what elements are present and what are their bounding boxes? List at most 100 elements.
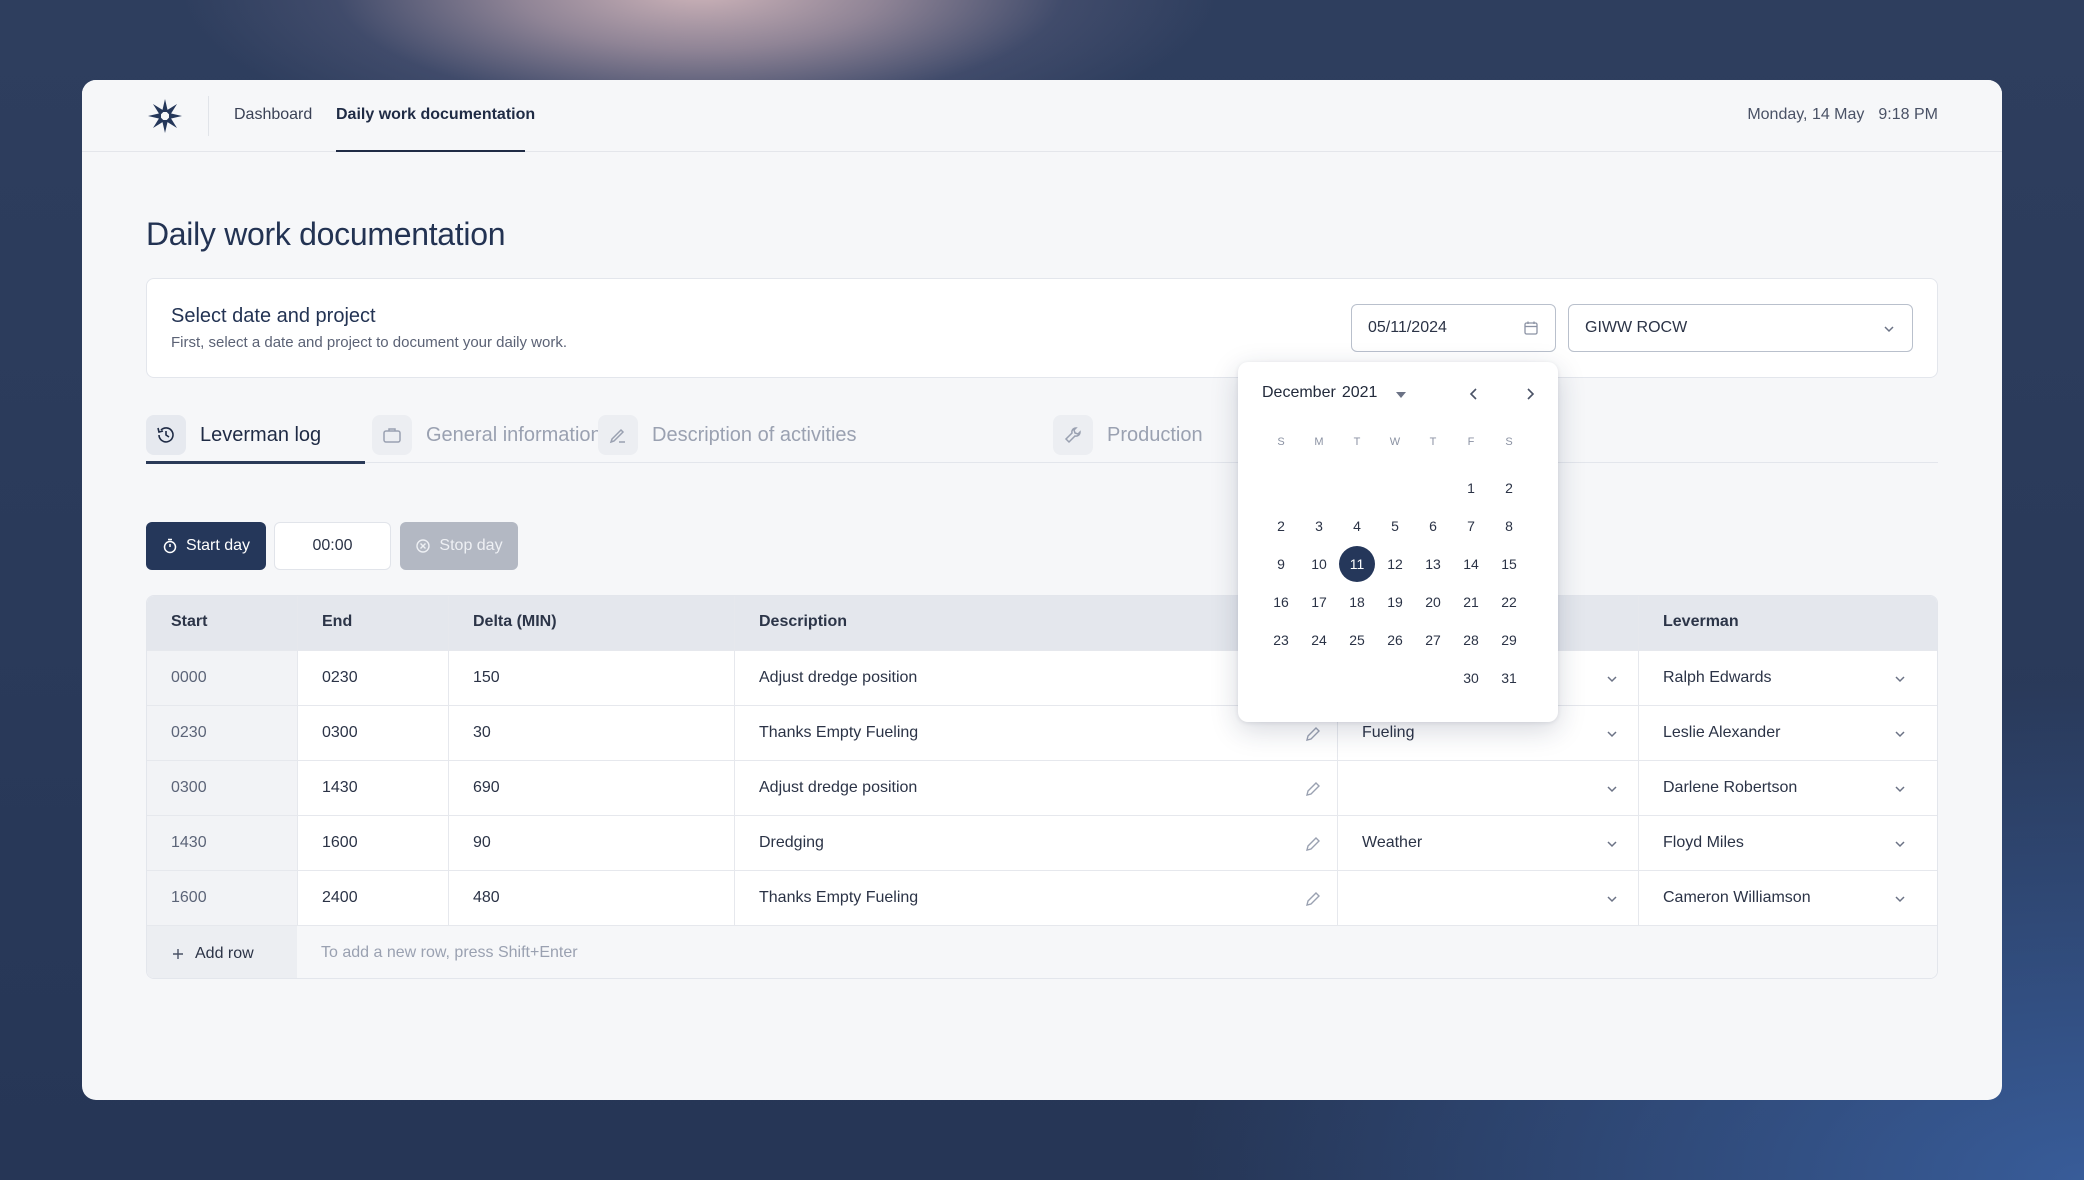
tab-label: Leverman log [200,424,322,446]
cell-leverman[interactable]: Cameron Williamson [1663,889,1811,907]
cell-start[interactable]: 0230 [171,724,207,742]
cell-end[interactable]: 1600 [322,834,358,852]
start-day-button[interactable]: Start day [146,522,266,570]
cell-leverman[interactable]: Floyd Miles [1663,834,1744,852]
cell-leverman[interactable]: Ralph Edwards [1663,669,1772,687]
month-year-selector[interactable]: December 2021 [1262,384,1377,402]
nav-dashboard[interactable]: Dashboard [234,106,312,124]
chevron-down-icon[interactable] [1893,727,1907,741]
calendar-day[interactable]: 25 [1339,622,1375,658]
calendar-day-selected[interactable]: 11 [1339,546,1375,582]
calendar-day[interactable]: 17 [1301,584,1337,620]
calendar-day[interactable]: 7 [1453,508,1489,544]
cell-description[interactable]: Adjust dredge position [759,779,917,797]
table-row: 0300 1430 690 Adjust dredge position Dar… [147,760,1937,815]
time-input[interactable]: 00:00 [274,522,391,570]
calendar-day[interactable]: 31 [1491,660,1527,696]
start-day-label: Start day [185,537,251,554]
stop-day-label: Stop day [439,537,503,554]
tab-leverman-log[interactable]: Leverman log [146,415,321,463]
chevron-down-icon[interactable] [1605,837,1619,851]
cell-end[interactable]: 1430 [322,779,358,797]
cell-start[interactable]: 1430 [171,834,207,852]
calendar-icon[interactable] [1523,320,1539,336]
calendar-day[interactable]: 10 [1301,546,1337,582]
cell-description[interactable]: Thanks Empty Fueling [759,724,918,742]
chevron-right-icon[interactable] [1520,384,1540,404]
weekday-label: T [1429,436,1437,448]
calendar-day[interactable]: 3 [1301,508,1337,544]
pencil-icon[interactable] [1303,889,1323,909]
calendar-day[interactable]: 4 [1339,508,1375,544]
chevron-down-icon[interactable] [1893,782,1907,796]
cell-start[interactable]: 0000 [171,669,207,687]
chevron-down-icon[interactable] [1893,892,1907,906]
calendar-day[interactable]: 5 [1377,508,1413,544]
calendar-day[interactable]: 15 [1491,546,1527,582]
calendar-day[interactable]: 28 [1453,622,1489,658]
calendar-day[interactable]: 22 [1491,584,1527,620]
calendar-day[interactable]: 24 [1301,622,1337,658]
cell-end[interactable]: 2400 [322,889,358,907]
cell-end[interactable]: 0300 [322,724,358,742]
cell-start[interactable]: 1600 [171,889,207,907]
stopwatch-icon [163,538,177,554]
calendar-day[interactable]: 1 [1453,470,1489,506]
calendar-day[interactable]: 21 [1453,584,1489,620]
cell-end[interactable]: 0230 [322,669,358,687]
calendar-day[interactable]: 16 [1263,584,1299,620]
calendar-day[interactable]: 30 [1453,660,1489,696]
chevron-down-icon[interactable] [1605,782,1619,796]
cell-description[interactable]: Thanks Empty Fueling [759,889,918,907]
nav-daily-work-documentation[interactable]: Daily work documentation [336,106,535,124]
cell-category[interactable]: Fueling [1362,724,1414,742]
calendar-day[interactable]: 23 [1263,622,1299,658]
calendar-day[interactable]: 29 [1491,622,1527,658]
pencil-icon[interactable] [1303,779,1323,799]
calendar-day[interactable]: 14 [1453,546,1489,582]
tab-general-information[interactable]: General information [372,415,602,463]
add-row-hint: To add a new row, press Shift+Enter [321,944,578,961]
calendar-day[interactable]: 26 [1377,622,1413,658]
pencil-icon[interactable] [1303,724,1323,744]
table-row: 0230 0300 30 Thanks Empty Fueling Fuelin… [147,705,1937,760]
chevron-down-icon[interactable] [1893,837,1907,851]
calendar-day[interactable]: 13 [1415,546,1451,582]
chevron-down-icon[interactable] [1605,727,1619,741]
tab-label: Production [1107,424,1203,446]
month-label: December [1262,384,1336,401]
calendar-day[interactable]: 6 [1415,508,1451,544]
calendar-day[interactable]: 2 [1263,508,1299,544]
calendar-day[interactable]: 12 [1377,546,1413,582]
table-footer: Add row To add a new row, press Shift+En… [147,925,1937,978]
calendar-day[interactable]: 8 [1491,508,1527,544]
calendar-day[interactable]: 18 [1339,584,1375,620]
caret-down-icon[interactable] [1396,392,1406,398]
chevron-down-icon[interactable] [1893,672,1907,686]
calendar-day[interactable]: 20 [1415,584,1451,620]
logo-icon [148,99,182,133]
date-input[interactable]: 05/11/2024 [1351,304,1556,352]
cell-leverman[interactable]: Darlene Robertson [1663,779,1797,797]
tab-production[interactable]: Production [1053,415,1203,463]
pencil-icon[interactable] [1303,834,1323,854]
cell-leverman[interactable]: Leslie Alexander [1663,724,1780,742]
tab-description-of-activities[interactable]: Description of activities [598,415,857,463]
chevron-left-icon[interactable] [1464,384,1484,404]
current-datetime: Monday, 14 May 9:18 PM [1747,106,1938,124]
year-label: 2021 [1341,384,1378,401]
calendar-day[interactable]: 27 [1415,622,1451,658]
cell-start[interactable]: 0300 [171,779,207,797]
project-select[interactable]: GIWW ROCW [1568,304,1913,352]
calendar-day[interactable]: 9 [1263,546,1299,582]
calendar-day[interactable]: 2 [1491,470,1527,506]
add-row-button[interactable]: Add row [147,926,297,978]
cell-description[interactable]: Adjust dredge position [759,669,917,687]
stop-day-button[interactable]: Stop day [400,522,518,570]
cell-description[interactable]: Dredging [759,834,824,852]
calendar-day[interactable]: 19 [1377,584,1413,620]
cell-category[interactable]: Weather [1362,834,1422,852]
date-picker-popover: December 2021 S M T W T F S 1 2 2 3 4 5 6 7 8 9 10 11 12 13 14… [1238,362,1558,722]
chevron-down-icon[interactable] [1605,892,1619,906]
chevron-down-icon[interactable] [1605,672,1619,686]
